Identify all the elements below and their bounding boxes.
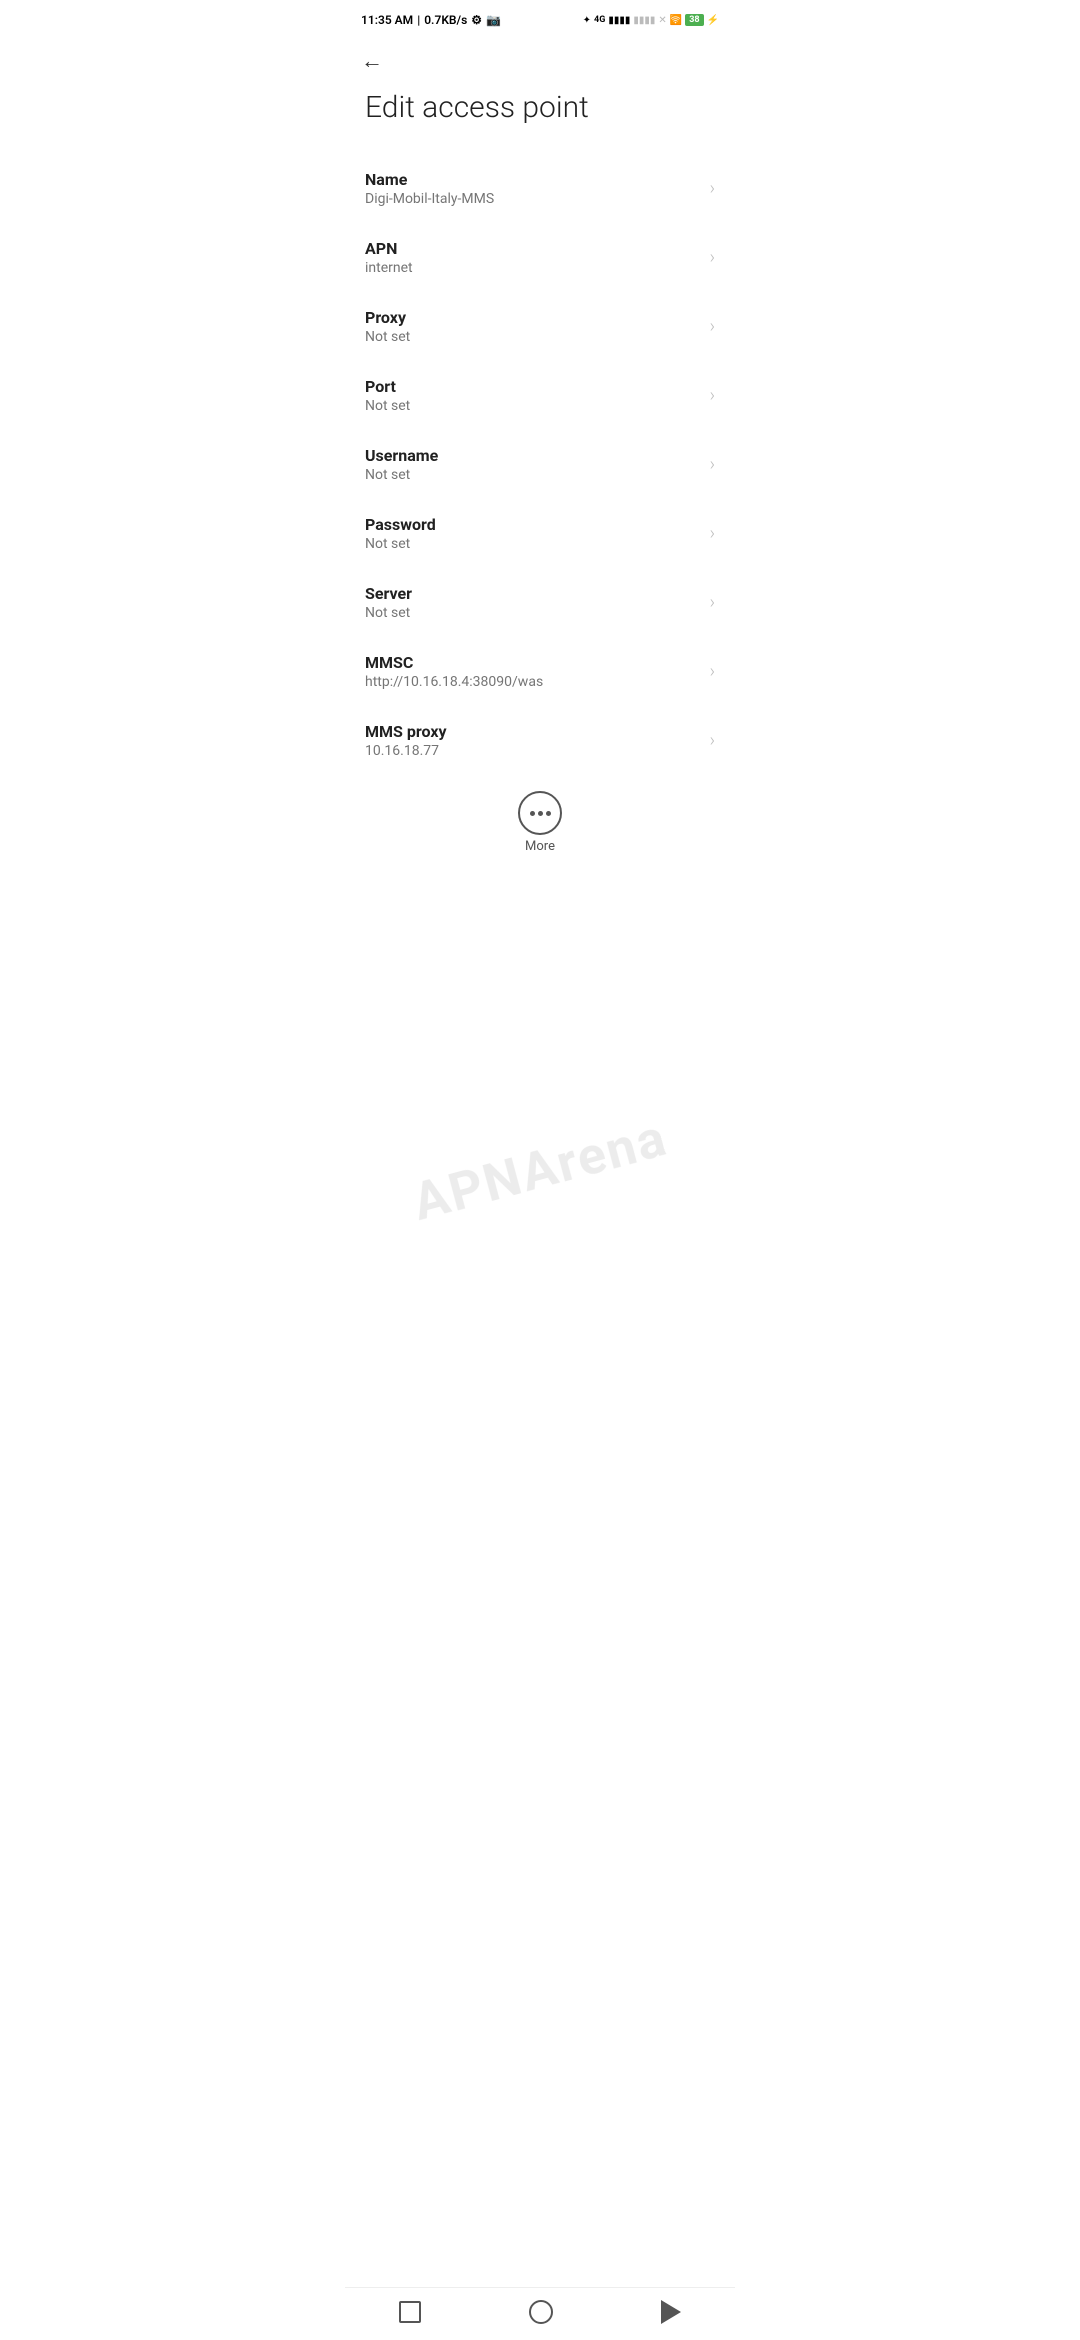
- settings-item-username[interactable]: Username Not set ›: [345, 430, 735, 499]
- chevron-right-icon-2: ›: [710, 316, 715, 337]
- watermark: APNArena: [406, 1107, 673, 1233]
- settings-item-value-1: internet: [365, 260, 702, 276]
- chevron-right-icon-7: ›: [710, 661, 715, 682]
- settings-item-value-7: http://10.16.18.4:38090/was: [365, 674, 702, 690]
- settings-item-value-0: Digi-Mobil-Italy-MMS: [365, 191, 702, 207]
- status-right: ✦ 4G ▮▮▮▮ ▮▮▮▮ ✕ 🛜 38 ⚡: [583, 14, 719, 26]
- settings-item-value-8: 10.16.18.77: [365, 743, 702, 759]
- back-button[interactable]: ←: [345, 36, 735, 82]
- more-dot-2: [538, 811, 543, 816]
- chevron-right-icon-6: ›: [710, 592, 715, 613]
- chevron-right-icon-0: ›: [710, 178, 715, 199]
- signal-bars-icon: ▮▮▮▮: [608, 15, 630, 26]
- settings-item-content-5: Password Not set: [365, 515, 702, 552]
- settings-item-content-4: Username Not set: [365, 446, 702, 483]
- chevron-right-icon-3: ›: [710, 385, 715, 406]
- settings-item-label-2: Proxy: [365, 308, 702, 327]
- more-dot-3: [546, 811, 551, 816]
- network-speed: 0.7KB/s: [424, 13, 467, 27]
- settings-item-content-1: APN internet: [365, 239, 702, 276]
- settings-item-content-6: Server Not set: [365, 584, 702, 621]
- settings-item-mmsc[interactable]: MMSC http://10.16.18.4:38090/was ›: [345, 637, 735, 706]
- page-title: Edit access point: [345, 82, 735, 154]
- settings-item-proxy[interactable]: Proxy Not set ›: [345, 292, 735, 361]
- camera-icon: 📷: [486, 13, 501, 27]
- bluetooth-icon: ✦: [583, 15, 591, 26]
- settings-item-label-0: Name: [365, 170, 702, 189]
- status-left: 11:35 AM | 0.7KB/s ⚙ 📷: [361, 13, 501, 27]
- chevron-right-icon-5: ›: [710, 523, 715, 544]
- settings-item-label-7: MMSC: [365, 653, 702, 672]
- back-arrow-icon: ←: [361, 49, 383, 74]
- battery-indicator: 38: [685, 14, 703, 26]
- status-bar: 11:35 AM | 0.7KB/s ⚙ 📷 ✦ 4G ▮▮▮▮ ▮▮▮▮ ✕ …: [345, 0, 735, 36]
- settings-item-value-3: Not set: [365, 398, 702, 414]
- settings-item-content-7: MMSC http://10.16.18.4:38090/was: [365, 653, 702, 690]
- settings-item-value-4: Not set: [365, 467, 702, 483]
- settings-item-content-0: Name Digi-Mobil-Italy-MMS: [365, 170, 702, 207]
- charging-icon: ⚡: [707, 15, 719, 26]
- signal-4g-icon: 4G: [594, 15, 605, 25]
- nav-back-button[interactable]: [661, 2300, 681, 2324]
- settings-item-content-2: Proxy Not set: [365, 308, 702, 345]
- wifi-icon: 🛜: [670, 15, 682, 26]
- settings-item-label-4: Username: [365, 446, 702, 465]
- settings-item-port[interactable]: Port Not set ›: [345, 361, 735, 430]
- more-circle-icon: [518, 791, 562, 835]
- chevron-right-icon-8: ›: [710, 730, 715, 751]
- time: 11:35 AM: [361, 13, 413, 27]
- separator: |: [417, 13, 420, 27]
- settings-item-mms-proxy[interactable]: MMS proxy 10.16.18.77 ›: [345, 706, 735, 775]
- settings-item-password[interactable]: Password Not set ›: [345, 499, 735, 568]
- settings-item-label-5: Password: [365, 515, 702, 534]
- chevron-right-icon-1: ›: [710, 247, 715, 268]
- settings-item-name[interactable]: Name Digi-Mobil-Italy-MMS ›: [345, 154, 735, 223]
- bottom-nav: [345, 2287, 735, 2340]
- settings-item-label-3: Port: [365, 377, 702, 396]
- settings-item-label-6: Server: [365, 584, 702, 603]
- more-label: More: [525, 839, 555, 854]
- chevron-right-icon-4: ›: [710, 454, 715, 475]
- settings-list: NameDigi-Mobil-Italy-MMS›APNinternet›Pro…: [345, 154, 735, 775]
- settings-item-label-8: MMS proxy: [365, 722, 702, 741]
- settings-item-content-3: Port Not set: [365, 377, 702, 414]
- settings-icon: ⚙: [471, 13, 482, 27]
- settings-item-value-6: Not set: [365, 605, 702, 621]
- more-button[interactable]: More: [345, 775, 735, 862]
- settings-item-value-5: Not set: [365, 536, 702, 552]
- settings-item-content-8: MMS proxy 10.16.18.77: [365, 722, 702, 759]
- settings-item-value-2: Not set: [365, 329, 702, 345]
- no-signal-icon: ✕: [658, 15, 666, 26]
- settings-item-apn[interactable]: APN internet ›: [345, 223, 735, 292]
- settings-item-server[interactable]: Server Not set ›: [345, 568, 735, 637]
- nav-recent-button[interactable]: [399, 2301, 421, 2323]
- nav-home-button[interactable]: [529, 2300, 553, 2324]
- more-dot-1: [530, 811, 535, 816]
- settings-item-label-1: APN: [365, 239, 702, 258]
- signal-bars2-icon: ▮▮▮▮: [633, 15, 655, 26]
